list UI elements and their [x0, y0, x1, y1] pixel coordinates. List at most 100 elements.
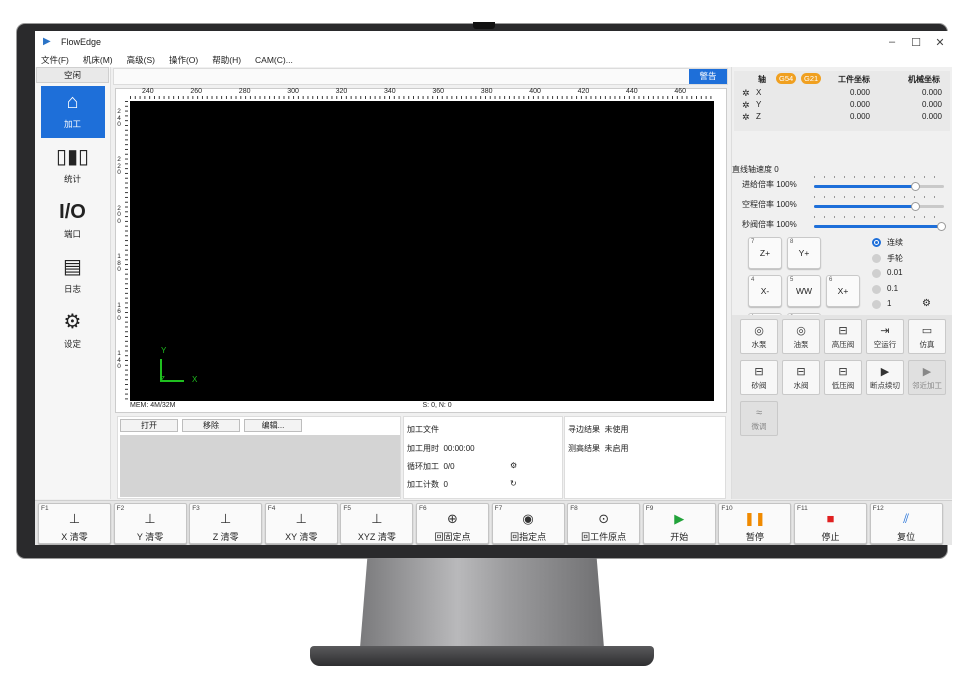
- function-button-6[interactable]: ⊟ 水阀: [782, 360, 820, 395]
- bar-chart-icon: ▯▮▯: [55, 146, 90, 168]
- job-file-label: 加工文件: [407, 425, 439, 434]
- function-button-5[interactable]: ⊟ 砂阀: [740, 360, 778, 395]
- axis-name: Z: [756, 112, 761, 121]
- jog-button-yplus[interactable]: 8 Y+: [787, 237, 821, 269]
- left-ruler: 240 220 200 180 160 140: [116, 101, 128, 401]
- jog-label: X-: [760, 286, 770, 296]
- function-button-7[interactable]: ⊟ 低压阀: [824, 360, 862, 395]
- toolbar-button-f4[interactable]: F4 ⊥ XY 清零: [264, 503, 338, 544]
- function-label: 仿真: [919, 340, 935, 349]
- count-reset-icon[interactable]: ↻: [510, 479, 517, 488]
- alarm-button[interactable]: 警告: [689, 69, 727, 84]
- radio-dot[interactable]: [872, 300, 881, 309]
- toolbar-button-f10[interactable]: F10 ❚❚ 暂停: [718, 503, 792, 544]
- function-button-9[interactable]: ▶ 邻近加工: [908, 360, 946, 395]
- radio-dot[interactable]: [872, 269, 881, 278]
- function-label: 水泵: [751, 340, 767, 349]
- jog-label: X+: [837, 286, 849, 296]
- override-slider[interactable]: [814, 202, 944, 211]
- function-button-1[interactable]: ◎ 油泵: [782, 319, 820, 354]
- open-file-button[interactable]: 打开: [120, 419, 178, 432]
- g21-badge[interactable]: G21: [801, 73, 822, 84]
- step-settings-icon[interactable]: ⚙: [922, 298, 931, 309]
- job-info-panel: 加工文件 加工用时 00:00:00 循环加工 0/0 ⚙ 加工计数 0 ↻: [403, 416, 563, 499]
- override-slider[interactable]: [814, 222, 947, 231]
- ruler-tick-label: 180: [117, 253, 121, 274]
- function-button-4[interactable]: ▭ 仿真: [908, 319, 946, 354]
- toolbar-button-f8[interactable]: F8 ⊙ 回工件原点: [567, 503, 641, 544]
- toolbar-button-f7[interactable]: F7 ◉ 回指定点: [491, 503, 565, 544]
- app-title: FlowEdge: [61, 37, 102, 47]
- toolbar-button-f9[interactable]: F9 ▶ 开始: [642, 503, 716, 544]
- maximize-button[interactable]: ☐: [904, 36, 928, 49]
- toolbar-button-f1[interactable]: F1 ⊥ X 清零: [38, 503, 111, 544]
- sidebar-item-process[interactable]: ⌂ 加工: [40, 86, 105, 138]
- jog-button-xminus[interactable]: 4 X-: [748, 275, 782, 307]
- slider-handle[interactable]: [911, 202, 921, 211]
- ruler-tick-label: 280: [238, 88, 251, 95]
- radio-dot[interactable]: [872, 253, 881, 263]
- menu-operation[interactable]: 操作(O): [169, 54, 198, 66]
- work-coord-header: 工件坐标: [838, 75, 870, 84]
- file-list[interactable]: [120, 435, 400, 497]
- override-row: 空程倍率 100%: [742, 196, 947, 211]
- toolbar-button-f3[interactable]: F3 ⊥ Z 清零: [189, 503, 263, 544]
- function-label: 砂阀: [751, 381, 767, 390]
- loop-settings-icon[interactable]: ⚙: [510, 461, 517, 470]
- function-button-8[interactable]: ▶ 断点续切: [866, 360, 904, 395]
- file-panel: 打开 移除 编辑...: [117, 416, 401, 499]
- toolbar-button-f5[interactable]: F5 ⊥ XYZ 清零: [340, 503, 414, 544]
- function-button-2[interactable]: ⊟ 高压阀: [824, 319, 862, 354]
- menu-advanced[interactable]: 高级(S): [127, 54, 155, 66]
- radio-dot[interactable]: [872, 284, 881, 294]
- linear-speed-label: 直线轴速度: [732, 165, 772, 174]
- pump-icon: ◎: [754, 325, 764, 337]
- override-value: 100%: [776, 200, 797, 209]
- calendar-log-icon: ▤: [63, 256, 82, 278]
- menu-machine[interactable]: 机床(M): [83, 54, 113, 66]
- menu-cam[interactable]: CAM(C)...: [255, 55, 293, 65]
- menu-help[interactable]: 帮助(H): [212, 54, 241, 66]
- fine-tune-icon: ≈: [755, 407, 763, 419]
- ruler-tick-label: 320: [335, 88, 348, 95]
- function-label: 空运行: [873, 340, 897, 349]
- sidebar-item-settings[interactable]: ⚙ 设定: [41, 306, 105, 358]
- sidebar-item-stats[interactable]: ▯▮▯ 统计: [41, 141, 105, 193]
- sidebar-item-label: 设定: [63, 339, 81, 349]
- axis-gear-icon: ✲: [742, 112, 750, 122]
- g54-badge[interactable]: G54: [776, 73, 797, 84]
- job-time-value: 00:00:00: [443, 444, 475, 453]
- toolbar-button-label: 回工件原点: [581, 532, 627, 542]
- function-button-3[interactable]: ⇥ 空运行: [866, 319, 904, 354]
- override-label: 秒阀倍率: [742, 220, 774, 229]
- function-button-10[interactable]: ≈ 微调: [740, 401, 778, 436]
- remove-file-button[interactable]: 移除: [182, 419, 240, 432]
- toolbar-button-f2[interactable]: F2 ⊥ Y 清零: [113, 503, 187, 544]
- override-value: 100%: [776, 220, 797, 229]
- sidebar-item-port[interactable]: I/O 端口: [41, 196, 105, 248]
- canvas-status-bar: MEM: 4M/32M S: 0, N: 0: [130, 402, 714, 409]
- close-button[interactable]: ✕: [928, 36, 952, 49]
- toolpath-canvas[interactable]: Y Z X: [130, 101, 714, 401]
- pause-icon: ❚❚: [743, 511, 766, 526]
- radio-dot[interactable]: [872, 238, 881, 247]
- edit-file-button[interactable]: 编辑...: [244, 419, 302, 432]
- jog-button-zplus[interactable]: 7 Z+: [748, 237, 782, 269]
- function-button-0[interactable]: ◎ 水泵: [740, 319, 778, 354]
- home-icon: ⌂: [66, 91, 79, 113]
- jog-key-number: 7: [751, 239, 755, 245]
- slider-handle[interactable]: [937, 222, 947, 231]
- function-label: 油泵: [793, 340, 809, 349]
- jog-button-ww[interactable]: 5 WW: [787, 275, 821, 307]
- slider-handle[interactable]: [911, 182, 921, 191]
- xy-zero-icon: ⊥: [295, 511, 307, 526]
- app-logo-icon: ▶: [43, 36, 51, 47]
- toolbar-button-f12[interactable]: F12 ⫽ 复位: [869, 503, 943, 544]
- toolbar-button-f11[interactable]: F11 ■ 停止: [794, 503, 867, 544]
- toolbar-button-f6[interactable]: F6 ⊕ 回固定点: [416, 503, 489, 544]
- jog-button-xplus[interactable]: 6 X+: [826, 275, 860, 307]
- override-slider[interactable]: [814, 182, 944, 191]
- menu-file[interactable]: 文件(F): [41, 54, 69, 66]
- sidebar-item-log[interactable]: ▤ 日志: [41, 251, 105, 303]
- minimize-button[interactable]: –: [880, 36, 904, 49]
